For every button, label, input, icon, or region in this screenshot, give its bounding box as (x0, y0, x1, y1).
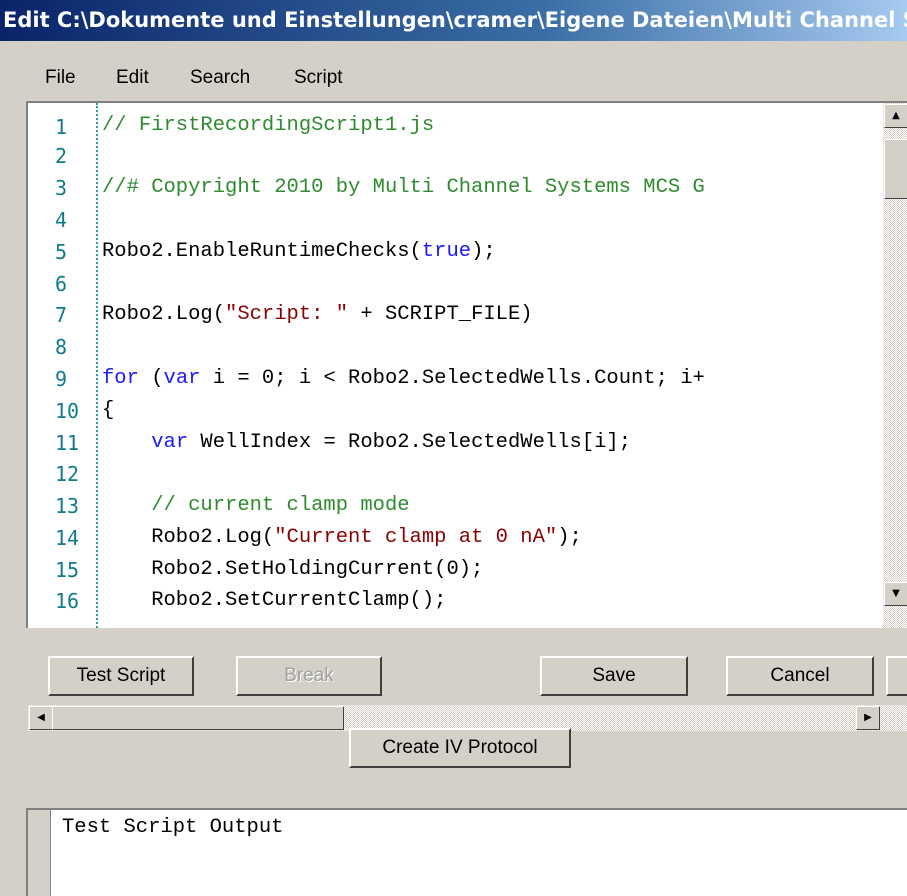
code-line[interactable]: for (var i = 0; i < Robo2.SelectedWells.… (102, 367, 705, 391)
code-token-plain: Robo2.SetCurrentClamp(); (102, 589, 447, 612)
arrow-right-icon[interactable]: ▶ (856, 706, 880, 730)
code-token-keyword: var (151, 431, 189, 454)
code-token-plain: Robo2.Log( (102, 526, 275, 549)
test-script-button[interactable]: Test Script (48, 656, 194, 696)
code-area[interactable]: // FirstRecordingScript1.js //# Copyright… (102, 103, 882, 628)
code-token-comment: // current clamp mode (102, 494, 410, 517)
code-token-plain: Robo2.Log( (102, 303, 226, 326)
menu-search[interactable]: Search (190, 58, 250, 98)
code-token-keyword: var (163, 367, 201, 390)
create-iv-protocol-button[interactable]: Create IV Protocol (349, 728, 571, 768)
code-token-plain: WellIndex = Robo2.SelectedWells[i]; (188, 431, 631, 454)
code-line[interactable]: Robo2.EnableRuntimeChecks(true); (102, 240, 496, 264)
arrow-down-icon[interactable]: ▼ (884, 582, 907, 606)
line-number: 12 (55, 462, 80, 486)
code-token-plain: ); (557, 526, 582, 549)
code-token-plain: Robo2.EnableRuntimeChecks( (102, 240, 422, 263)
arrow-left-icon[interactable]: ◀ (29, 706, 53, 730)
window-title: Edit C:\Dokumente und Einstellungen\cram… (0, 0, 907, 41)
line-number: 14 (55, 526, 80, 550)
scroll-thumb[interactable] (884, 139, 907, 199)
line-number: 16 (55, 589, 80, 613)
script-editor[interactable]: 1 2 3 4 5 6 7 8 9 10 11 12 13 14 15 16 /… (26, 101, 907, 731)
code-token-plain: i = 0; i < Robo2.SelectedWells.Count; i+ (200, 367, 705, 390)
code-token-comment: // FirstRecordingScript1.js (102, 114, 435, 137)
code-line[interactable]: // FirstRecordingScript1.js (102, 114, 434, 138)
line-number: 7 (55, 303, 68, 327)
code-line[interactable]: //# Copyright 2010 by Multi Channel Syst… (102, 176, 705, 200)
code-line[interactable]: var WellIndex = Robo2.SelectedWells[i]; (102, 431, 631, 455)
line-number: 5 (55, 240, 68, 264)
menu-bar: File Edit Search Script (0, 58, 907, 98)
code-line[interactable]: { (102, 399, 114, 423)
code-token-plain: ( (138, 367, 164, 390)
break-button[interactable]: Break (236, 656, 382, 696)
scroll-thumb[interactable] (52, 706, 344, 730)
save-button[interactable]: Save (540, 656, 688, 696)
code-line[interactable]: Robo2.Log("Current clamp at 0 nA"); (102, 526, 582, 550)
line-number: 4 (55, 208, 68, 232)
code-token-plain: { (102, 399, 115, 422)
code-line[interactable]: Robo2.Log("Script: " + SCRIPT_FILE) (102, 303, 533, 327)
output-panel[interactable]: Test Script Output (26, 808, 907, 896)
menu-script[interactable]: Script (294, 58, 343, 98)
line-number: 13 (55, 494, 80, 518)
menu-edit[interactable]: Edit (116, 58, 149, 98)
vertical-scrollbar[interactable]: ▲ ▼ (883, 103, 907, 628)
arrow-up-icon[interactable]: ▲ (884, 104, 907, 128)
code-token-plain: Robo2.SetHoldingCurrent(0); (102, 558, 484, 581)
code-token-string: "Current clamp at 0 nA" (274, 526, 558, 549)
menu-file[interactable]: File (45, 58, 76, 98)
code-token-plain: + SCRIPT_FILE) (348, 303, 533, 326)
line-number: 8 (55, 335, 68, 359)
code-line[interactable]: // current clamp mode (102, 494, 410, 518)
line-number: 9 (55, 367, 68, 391)
line-number-gutter: 1 2 3 4 5 6 7 8 9 10 11 12 13 14 15 16 (28, 103, 98, 628)
line-number: 11 (55, 431, 80, 455)
code-token-comment: //# Copyright 2010 by Multi Channel Syst… (102, 176, 705, 199)
cancel-button[interactable]: Cancel (726, 656, 874, 696)
line-number: 6 (55, 272, 68, 296)
code-line[interactable]: Robo2.SetHoldingCurrent(0); (102, 558, 483, 582)
line-number: 2 (55, 144, 68, 168)
code-token-keyword: for (102, 367, 139, 390)
output-gutter (28, 810, 51, 896)
code-token-keyword: true (421, 240, 472, 263)
line-number: 15 (55, 558, 80, 582)
line-number: 1 (55, 115, 68, 139)
line-number: 3 (55, 176, 68, 200)
code-line[interactable]: Robo2.SetCurrentClamp(); (102, 589, 446, 613)
line-number: 10 (55, 399, 80, 423)
output-text: Test Script Output (62, 816, 284, 839)
code-token-string: "Script: " (225, 303, 349, 326)
partial-button[interactable] (886, 656, 907, 696)
code-token-plain: ); (471, 240, 496, 263)
